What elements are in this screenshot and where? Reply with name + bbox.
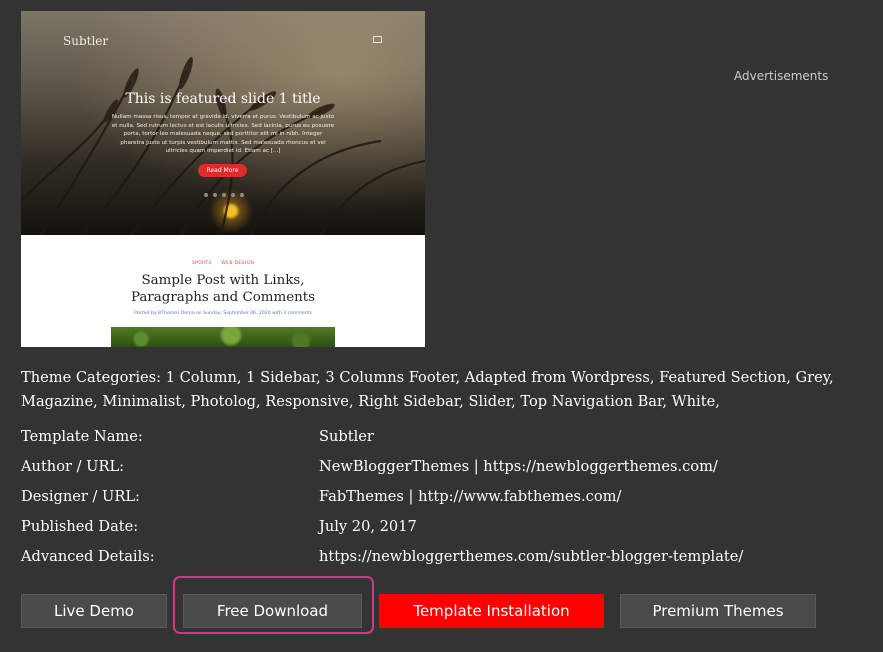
detail-label: Published Date:: [21, 518, 139, 535]
free-download-button[interactable]: Free Download: [183, 594, 362, 628]
post-meta: Posted by BThemes Demo on Sunday, Septem…: [134, 311, 312, 316]
post-tag: SPORTS: [191, 261, 212, 266]
post-title: Sample Post with Links, Paragraphs and C…: [131, 273, 315, 305]
live-demo-button[interactable]: Live Demo: [21, 594, 167, 628]
post-tag: WEB DESIGN: [221, 261, 255, 266]
post-tags: SPORTS WEB DESIGN: [21, 261, 425, 266]
detail-row-advanced: Advanced Details: https://newbloggerthem…: [21, 547, 861, 577]
post-thumbnail: [111, 327, 335, 347]
sample-post: SPORTS WEB DESIGN Sample Post with Links…: [21, 235, 425, 347]
theme-preview-image[interactable]: Subtler This is featured slide 1 title N…: [21, 11, 425, 347]
detail-row-designer: Designer / URL: FabThemes | http://www.f…: [21, 487, 861, 517]
detail-label: Designer / URL:: [21, 488, 140, 505]
advertisements-label: Advertisements: [734, 69, 829, 83]
detail-row-published: Published Date: July 20, 2017: [21, 517, 861, 547]
detail-label: Author / URL:: [21, 458, 125, 475]
detail-label: Template Name:: [21, 428, 143, 445]
theme-categories: Theme Categories: 1 Column, 1 Sidebar, 3…: [21, 369, 834, 410]
detail-label: Advanced Details:: [21, 548, 155, 565]
preview-brand: Subtler: [63, 34, 109, 48]
menu-icon: [373, 36, 382, 43]
detail-value: NewBloggerThemes | https://newbloggerthe…: [319, 458, 718, 475]
slide-title: This is featured slide 1 title: [125, 91, 321, 107]
detail-value: https://newbloggerthemes.com/subtler-blo…: [319, 548, 744, 565]
detail-row-template-name: Template Name: Subtler: [21, 427, 861, 457]
read-more-button: Read More: [198, 164, 247, 177]
slider-dots: [204, 193, 244, 198]
detail-value: July 20, 2017: [319, 518, 417, 535]
featured-slider: Subtler This is featured slide 1 title N…: [21, 11, 425, 235]
slide-text: Nullam massa risus, tempor at gravida id…: [111, 114, 335, 155]
template-details: Template Name: Subtler Author / URL: New…: [21, 427, 861, 577]
detail-row-author: Author / URL: NewBloggerThemes | https:/…: [21, 457, 861, 487]
premium-themes-button[interactable]: Premium Themes: [620, 594, 816, 628]
detail-value: Subtler: [319, 428, 374, 445]
template-installation-button[interactable]: Template Installation: [379, 594, 604, 628]
detail-value: FabThemes | http://www.fabthemes.com/: [319, 488, 622, 505]
